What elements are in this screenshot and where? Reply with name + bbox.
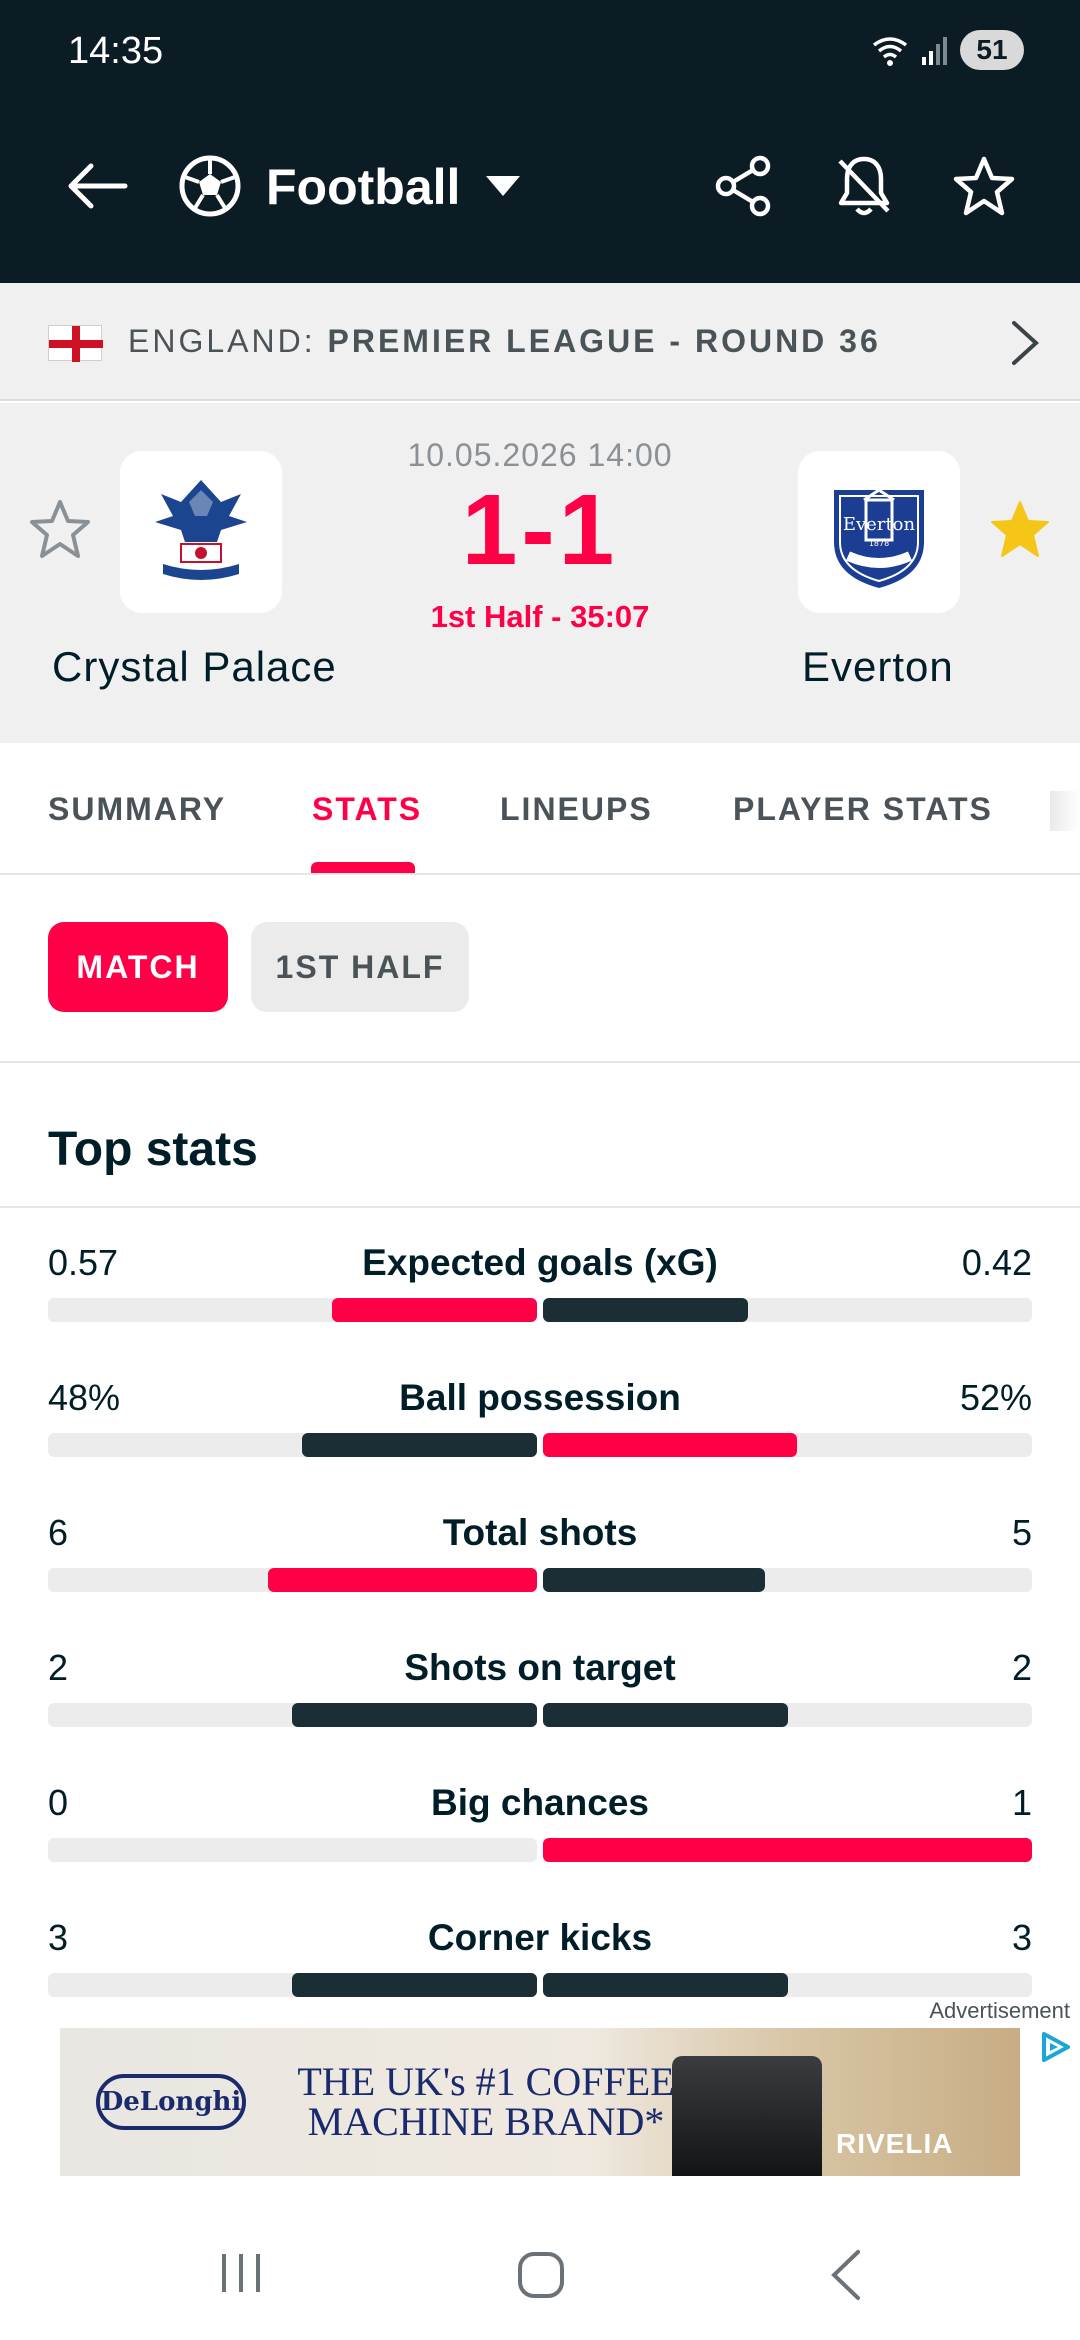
dropdown-caret-icon[interactable] xyxy=(484,174,522,198)
competition-bar[interactable]: ENGLAND: PREMIER LEAGUE - ROUND 36 xyxy=(0,283,1080,401)
stat-home-bar-track xyxy=(48,1568,537,1592)
period-filter: MATCH 1ST HALF xyxy=(0,877,1080,1063)
sport-title[interactable]: Football xyxy=(266,158,460,216)
soccer-ball-icon xyxy=(179,155,241,217)
england-flag-icon xyxy=(48,325,103,362)
stat-home-bar xyxy=(268,1568,537,1592)
back-arrow-icon xyxy=(68,163,128,209)
star-icon xyxy=(953,156,1015,216)
stat-away-bar-track xyxy=(543,1973,1032,1997)
stat-away-value: 52% xyxy=(959,1377,1032,1418)
stat-row: 0.57 Expected goals (xG) 0.42 xyxy=(48,1242,1032,1342)
share-button[interactable] xyxy=(704,146,784,226)
ad-product-name: RIVELIA xyxy=(836,2128,954,2159)
tab-overflow-fade xyxy=(1050,791,1080,831)
stat-label: Big chances xyxy=(431,1782,649,1823)
stat-row: 48% Ball possession 52% xyxy=(48,1377,1032,1477)
everton-crest-year: 1878 xyxy=(869,539,889,548)
favorite-match-button[interactable] xyxy=(944,146,1024,226)
stat-home-bar-track xyxy=(48,1433,537,1457)
filter-match-button[interactable]: MATCH xyxy=(48,922,228,1012)
stat-home-bar xyxy=(292,1973,537,1997)
stat-label: Total shots xyxy=(442,1512,638,1553)
tab-lineups[interactable]: LINEUPS xyxy=(500,791,653,828)
stat-label: Corner kicks xyxy=(427,1917,653,1958)
match-header: Crystal Palace 10.05.2026 14:00 1-1 1st … xyxy=(0,403,1080,743)
stat-label: Expected goals (xG) xyxy=(362,1242,718,1283)
stat-away-bar xyxy=(543,1298,748,1322)
stat-away-value: 1 xyxy=(1011,1782,1032,1823)
away-team-logo[interactable]: Everton 1878 xyxy=(798,451,960,613)
stat-home-bar-track xyxy=(48,1703,537,1727)
tab-bar: SUMMARY STATS LINEUPS PLAYER STATS xyxy=(0,743,1080,875)
stat-away-bar-track xyxy=(543,1298,1032,1322)
stat-home-bar-track xyxy=(48,1973,537,1997)
stat-away-value: 2 xyxy=(1011,1647,1032,1688)
stat-home-bar xyxy=(292,1703,537,1727)
tab-stats[interactable]: STATS xyxy=(312,791,422,828)
stat-away-bar xyxy=(543,1568,765,1592)
ad-coffee-machine-image xyxy=(672,2056,822,2176)
tab-player-stats[interactable]: PLAYER STATS xyxy=(733,791,993,828)
section-title: Top stats xyxy=(48,1123,258,1176)
everton-crest-text: Everton xyxy=(843,514,916,535)
share-icon xyxy=(715,155,771,217)
stat-away-bar xyxy=(543,1703,788,1727)
filter-first-half-button[interactable]: 1ST HALF xyxy=(251,922,469,1012)
wifi-icon xyxy=(872,37,908,66)
stat-away-bar xyxy=(543,1838,1032,1862)
stat-away-bar-track xyxy=(543,1568,1032,1592)
battery-indicator: 51 xyxy=(960,30,1024,70)
stat-away-bar-track xyxy=(543,1433,1032,1457)
ad-choices-icon[interactable] xyxy=(1038,2030,1072,2064)
stat-row: 6 Total shots 5 xyxy=(48,1512,1032,1612)
chevron-right-icon xyxy=(1012,321,1039,365)
stat-away-value: 0.42 xyxy=(961,1242,1032,1283)
app-header: 14:35 51 Football xyxy=(0,0,1080,283)
stat-away-bar-track xyxy=(543,1703,1032,1727)
ad-headline-line2: MACHINE BRAND* xyxy=(307,2099,665,2144)
ad-headline: THE UK's #1 COFFEE MACHINE BRAND* xyxy=(276,2062,696,2142)
everton-crest-icon: Everton 1878 xyxy=(834,488,924,588)
stat-away-bar-track xyxy=(543,1838,1032,1862)
nav-back-icon[interactable] xyxy=(826,2248,866,2302)
stat-away-bar xyxy=(543,1973,788,1997)
sport-selector[interactable] xyxy=(170,146,250,226)
stat-row: 3 Corner kicks 3 xyxy=(48,1917,1032,2017)
status-time: 14:35 xyxy=(68,30,164,72)
stat-home-bar xyxy=(302,1433,537,1457)
stat-row: 0 Big chances 1 xyxy=(48,1782,1032,1882)
notifications-button[interactable] xyxy=(824,146,904,226)
competition-league: PREMIER LEAGUE - ROUND 36 xyxy=(327,323,881,359)
status-icons: 51 xyxy=(870,30,1024,70)
nav-recents-icon[interactable] xyxy=(216,2248,266,2298)
stat-home-bar xyxy=(332,1298,537,1322)
back-button[interactable] xyxy=(56,146,136,226)
active-tab-indicator xyxy=(311,862,415,873)
stat-label: Ball possession xyxy=(399,1377,681,1418)
system-nav-bar xyxy=(0,2200,1080,2340)
competition-country: ENGLAND: xyxy=(128,323,316,359)
ad-label: Advertisement xyxy=(929,1998,1070,2023)
home-team-name[interactable]: Crystal Palace xyxy=(52,643,337,691)
tab-summary[interactable]: SUMMARY xyxy=(48,791,226,828)
stat-away-value: 5 xyxy=(1011,1512,1032,1553)
nav-home-icon[interactable] xyxy=(516,2250,566,2300)
stat-away-value: 3 xyxy=(1011,1917,1032,1958)
competition-title: ENGLAND: PREMIER LEAGUE - ROUND 36 xyxy=(128,323,881,360)
advertisement-banner[interactable]: DeLonghi THE UK's #1 COFFEE MACHINE BRAN… xyxy=(60,2028,1020,2176)
stat-away-bar xyxy=(543,1433,797,1457)
stat-row: 2 Shots on target 2 xyxy=(48,1647,1032,1747)
away-favorite-star-icon[interactable] xyxy=(988,498,1052,560)
stat-label: Shots on target xyxy=(404,1647,676,1688)
bell-off-icon xyxy=(838,156,890,216)
stat-home-bar-track xyxy=(48,1298,537,1322)
section-divider xyxy=(0,1206,1080,1208)
signal-icon xyxy=(922,37,947,65)
ad-headline-line1: THE UK's #1 COFFEE xyxy=(297,2059,675,2104)
stat-home-bar-track xyxy=(48,1838,537,1862)
ad-brand-logo: DeLonghi xyxy=(96,2074,246,2130)
away-team-name[interactable]: Everton xyxy=(802,643,954,691)
